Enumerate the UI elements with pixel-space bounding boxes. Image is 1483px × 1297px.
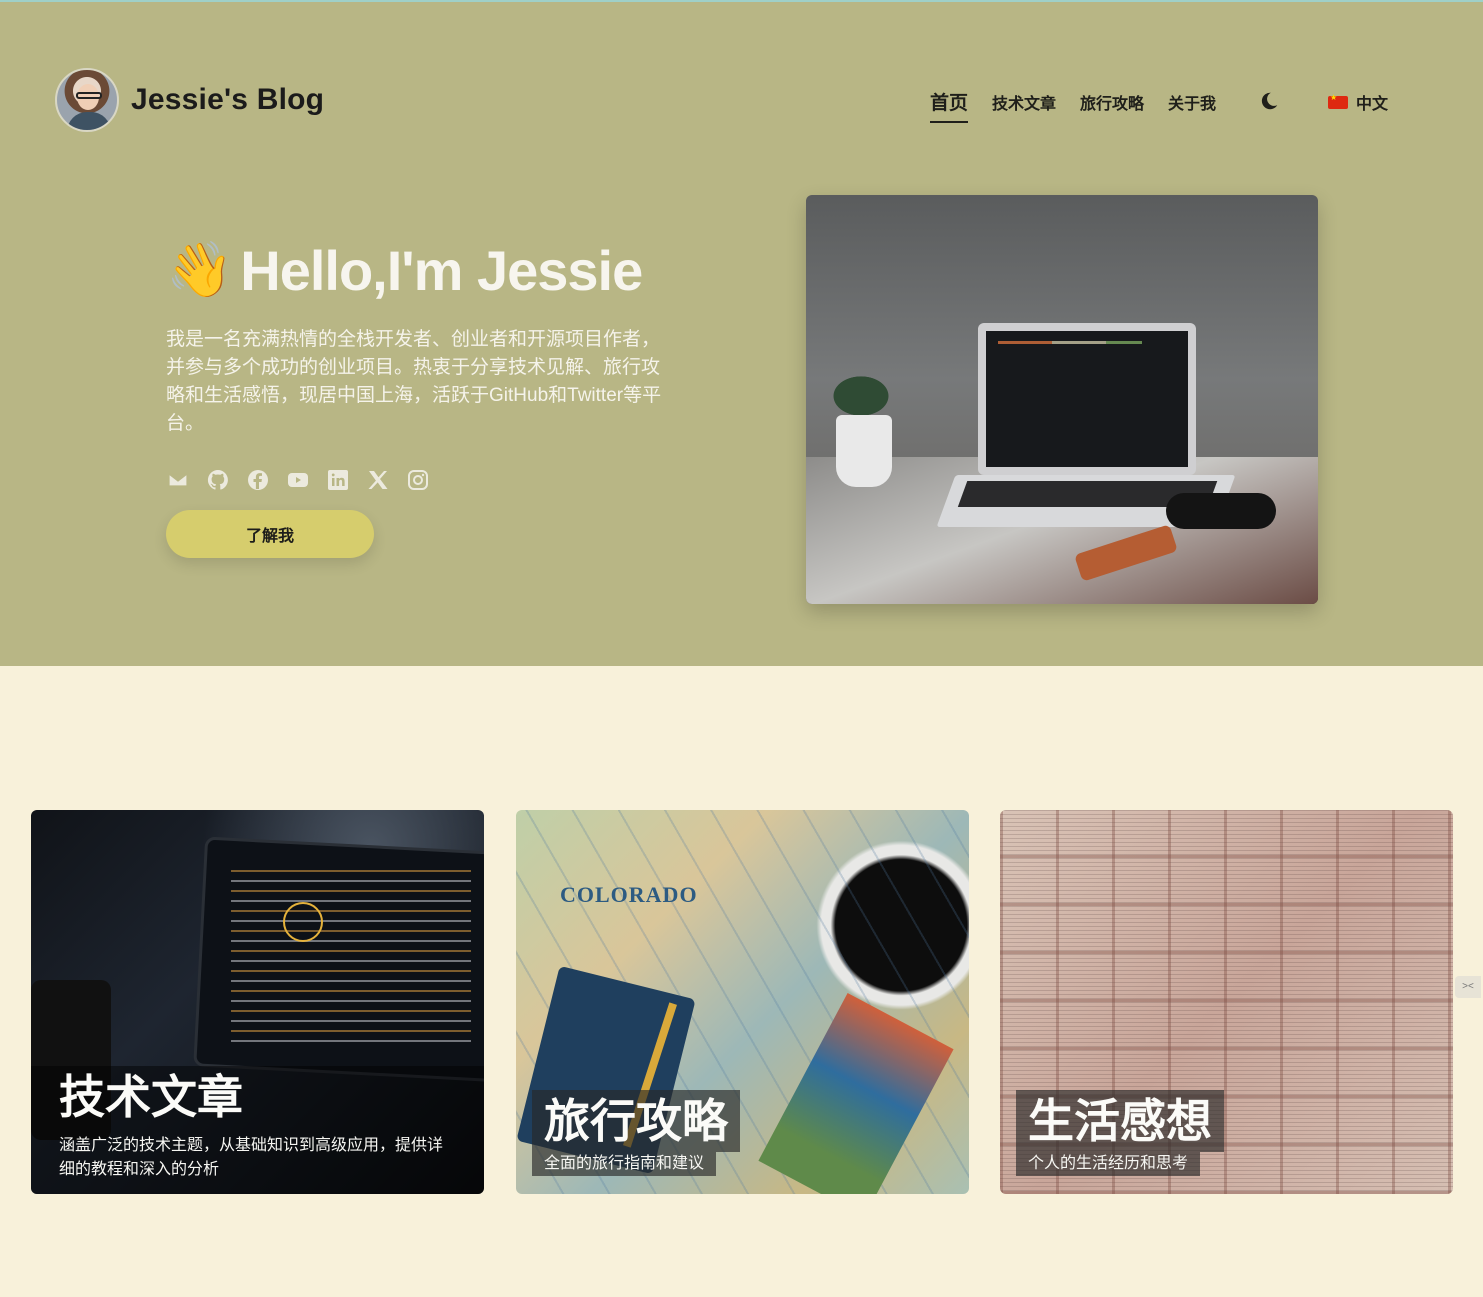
side-drawer-tab[interactable]: >< xyxy=(1455,976,1481,998)
x-icon[interactable] xyxy=(366,468,390,492)
mail-icon[interactable] xyxy=(166,468,190,492)
card-caption: 生活感想 个人的生活经历和思考 xyxy=(1000,1090,1453,1194)
hero-title-text: Hello,I'm Jessie xyxy=(240,239,643,302)
nav-item-about[interactable]: 关于我 xyxy=(1168,90,1216,122)
avatar xyxy=(55,68,119,132)
nav-item-tech[interactable]: 技术文章 xyxy=(992,90,1056,122)
card-caption: 技术文章 涵盖广泛的技术主题，从基础知识到高级应用，提供详细的教程和深入的分析 xyxy=(31,1066,484,1194)
waving-hand-icon: 👋 xyxy=(166,240,233,300)
nav-item-travel[interactable]: 旅行攻略 xyxy=(1080,90,1144,122)
china-flag-icon xyxy=(1328,93,1348,109)
brand[interactable]: Jessie's Blog xyxy=(55,68,324,132)
card-description: 个人的生活经历和思考 xyxy=(1016,1152,1201,1176)
main-nav: 首页 技术文章 旅行攻略 关于我 xyxy=(930,88,1240,123)
map-label: COLORADO xyxy=(560,882,698,907)
linkedin-icon[interactable] xyxy=(326,468,350,492)
nav-item-home[interactable]: 首页 xyxy=(930,88,969,123)
hero-intro: 我是一名充满热情的全栈开发者、创业者和开源项目作者，并参与多个成功的创业项目。热… xyxy=(166,329,662,434)
card-title: 生活感想 xyxy=(1016,1090,1224,1152)
hero-title: 👋 Hello,I'm Jessie xyxy=(166,238,643,303)
card-title: 技术文章 xyxy=(59,1071,243,1123)
card-description: 全面的旅行指南和建议 xyxy=(532,1152,717,1176)
card-travel-guides[interactable]: COLORADO 旅行攻略 全面的旅行指南和建议 xyxy=(516,810,969,1194)
card-life-thoughts[interactable]: 生活感想 个人的生活经历和思考 xyxy=(1000,810,1453,1194)
theme-toggle[interactable] xyxy=(1258,90,1280,112)
card-caption: 旅行攻略 全面的旅行指南和建议 xyxy=(516,1090,969,1194)
instagram-icon[interactable] xyxy=(406,468,430,492)
github-icon[interactable] xyxy=(206,468,230,492)
social-links xyxy=(166,468,430,492)
brand-name: Jessie's Blog xyxy=(131,83,325,116)
about-me-button[interactable]: 了解我 xyxy=(166,510,374,558)
facebook-icon[interactable] xyxy=(246,468,270,492)
hero-section: Jessie's Blog 首页 技术文章 旅行攻略 关于我 中文 👋 Hell… xyxy=(0,2,1483,666)
moon-icon xyxy=(1261,92,1278,110)
youtube-icon[interactable] xyxy=(286,468,310,492)
hero-laptop-photo xyxy=(806,195,1318,604)
card-tech-articles[interactable]: 技术文章 涵盖广泛的技术主题，从基础知识到高级应用，提供详细的教程和深入的分析 xyxy=(31,810,484,1194)
language-switcher[interactable]: 中文 xyxy=(1328,90,1388,114)
card-description: 涵盖广泛的技术主题，从基础知识到高级应用，提供详细的教程和深入的分析 xyxy=(59,1137,444,1178)
card-title: 旅行攻略 xyxy=(532,1090,740,1152)
language-label: 中文 xyxy=(1356,96,1389,113)
